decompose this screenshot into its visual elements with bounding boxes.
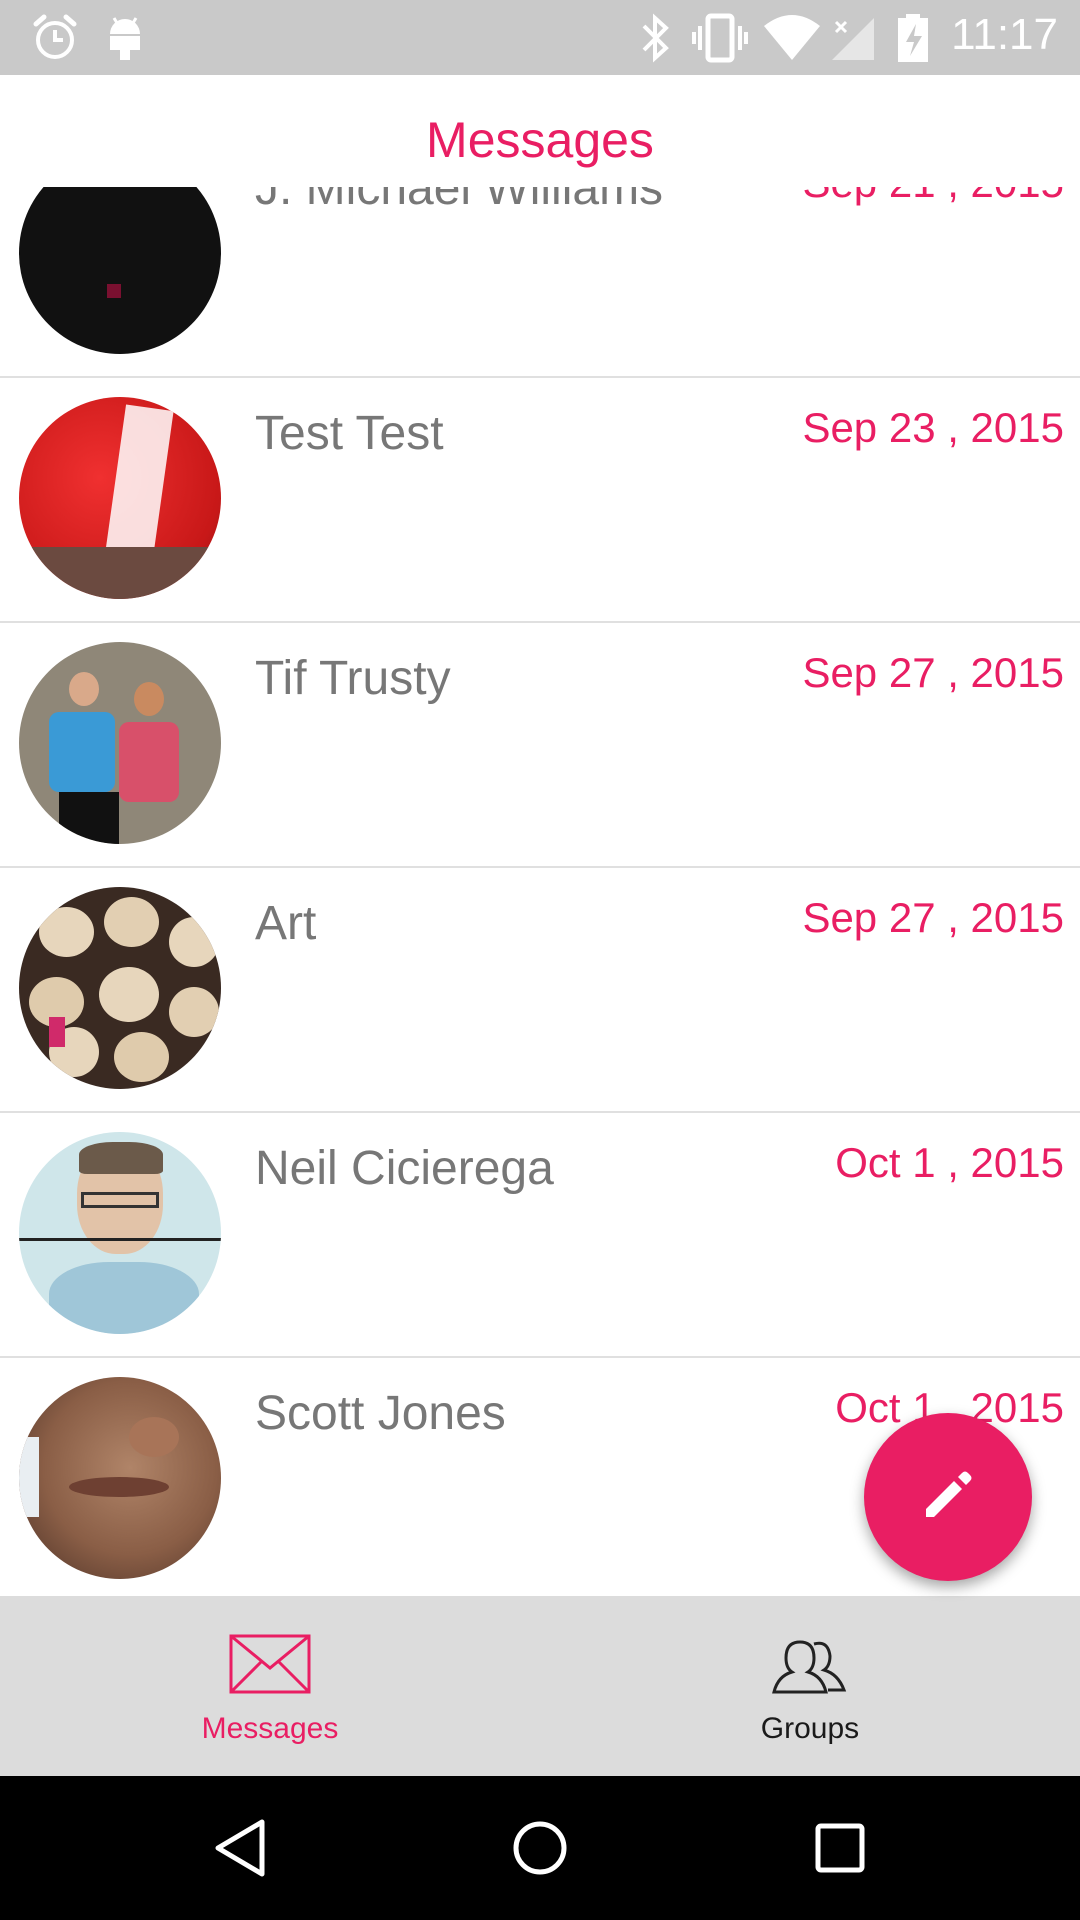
clock-time: 11:17 [951, 10, 1058, 59]
contact-name: Tif Trusty [255, 652, 451, 705]
avatar [19, 642, 221, 844]
message-date: Sep 27 , 2015 [802, 894, 1064, 941]
conversation-row[interactable]: J. Michael Williams Sep 21 , 2015 [0, 187, 1080, 378]
avatar [19, 187, 221, 354]
bottom-navigation: Messages Groups [0, 1596, 1080, 1776]
home-icon[interactable] [460, 1776, 620, 1920]
avatar [19, 1377, 221, 1579]
system-navigation-bar [0, 1776, 1080, 1920]
avatar [19, 397, 221, 599]
recents-icon[interactable] [760, 1776, 920, 1920]
conversation-row[interactable]: Tif Trusty Sep 27 , 2015 [0, 623, 1080, 868]
message-date: Sep 27 , 2015 [802, 649, 1064, 696]
conversation-row[interactable]: Art Sep 27 , 2015 [0, 868, 1080, 1113]
tab-label: Messages [201, 1712, 339, 1745]
contact-name: Test Test [255, 407, 444, 460]
contact-name: J. Michael Williams [255, 187, 664, 215]
vibrate-icon [690, 12, 750, 69]
alarm-icon [30, 12, 80, 67]
tab-label: Groups [760, 1712, 860, 1745]
avatar [19, 887, 221, 1089]
back-icon[interactable] [160, 1776, 320, 1920]
tab-messages[interactable]: Messages [0, 1596, 540, 1776]
people-icon [770, 1634, 850, 1705]
wifi-icon [762, 12, 822, 69]
compose-button[interactable] [864, 1413, 1032, 1581]
contact-name: Scott Jones [255, 1387, 506, 1440]
conversation-row[interactable]: Neil Cicierega Oct 1 , 2015 [0, 1113, 1080, 1358]
contact-name: Neil Cicierega [255, 1142, 554, 1195]
contact-name: Art [255, 897, 317, 950]
message-date: Sep 21 , 2015 [802, 187, 1064, 207]
bluetooth-icon [638, 12, 672, 69]
envelope-icon [229, 1634, 311, 1699]
tab-groups[interactable]: Groups [540, 1596, 1080, 1776]
message-date: Sep 23 , 2015 [802, 404, 1064, 451]
status-bar: 11:17 [0, 0, 1080, 75]
message-date: Oct 1 , 2015 [835, 1139, 1064, 1186]
app-bar: Messages [0, 75, 1080, 187]
conversation-row[interactable]: Test Test Sep 23 , 2015 [0, 378, 1080, 623]
page-title: Messages [426, 112, 654, 168]
android-icon [102, 12, 148, 67]
avatar [19, 1132, 221, 1334]
battery-charging-icon [896, 12, 930, 69]
cell-signal-icon [828, 12, 878, 69]
conversation-list[interactable]: J. Michael Williams Sep 21 , 2015 Test T… [0, 187, 1080, 1596]
pencil-icon [918, 1465, 978, 1530]
